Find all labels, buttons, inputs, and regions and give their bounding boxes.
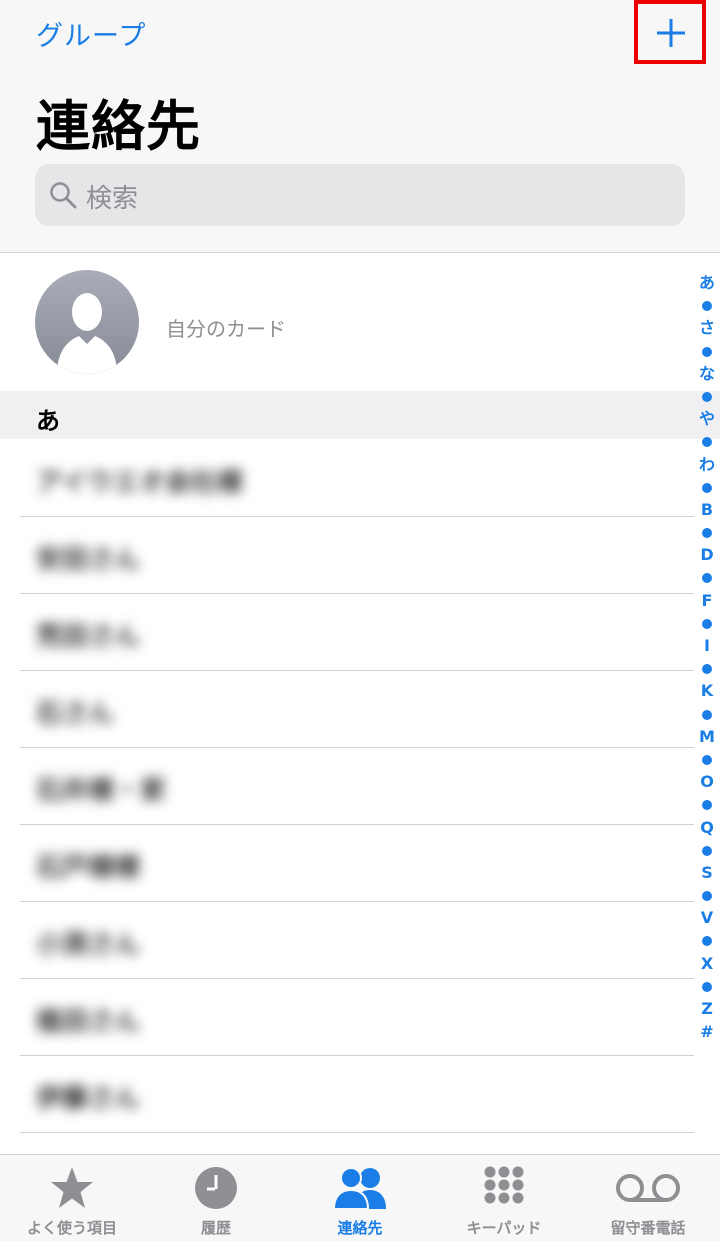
index-letter[interactable]: Z [696, 998, 718, 1021]
index-letter[interactable]: さ [696, 317, 718, 340]
section-header-label: あ [36, 407, 60, 435]
navigation-header: グループ 連絡先 検索 [0, 0, 720, 253]
index-dot[interactable] [696, 567, 718, 590]
contact-name: 石井様・家 [36, 776, 167, 806]
search-placeholder: 検索 [86, 184, 139, 214]
my-card-label: 自分のカード [166, 317, 286, 341]
contacts-icon [332, 1167, 386, 1210]
contact-row[interactable]: 荒田さん [0, 594, 694, 671]
index-letter[interactable]: D [696, 544, 718, 567]
contact-name: 小渕さん [36, 930, 141, 960]
index-dot[interactable] [696, 658, 718, 681]
index-letter[interactable]: V [696, 907, 718, 930]
contact-name: 荒田さん [36, 622, 141, 652]
contact-row[interactable]: 植田さん [0, 979, 694, 1056]
tab-label: 連絡先 [337, 1219, 383, 1237]
index-dot[interactable] [696, 885, 718, 908]
row-divider [20, 1132, 694, 1133]
contact-row[interactable]: 石井様・家 [0, 748, 694, 825]
index-letter[interactable]: や [696, 408, 718, 431]
index-letter[interactable]: な [696, 363, 718, 386]
voicemail-icon [616, 1174, 680, 1202]
search-icon [50, 182, 77, 209]
index-letter[interactable]: あ [696, 272, 718, 295]
contact-name: 石さん [36, 699, 115, 729]
index-dot[interactable] [696, 703, 718, 726]
contact-name: 安田さん [36, 545, 141, 575]
index-letter[interactable]: O [696, 771, 718, 794]
section-header: あ [0, 391, 720, 439]
contact-row[interactable]: 石さん [0, 671, 694, 748]
index-letter[interactable]: K [696, 680, 718, 703]
search-field[interactable]: 検索 [35, 164, 685, 226]
star-icon [51, 1167, 93, 1208]
tab-recents[interactable]: 履歴 [144, 1155, 288, 1241]
contact-name: 植田さん [36, 1007, 141, 1037]
index-letter[interactable]: Q [696, 817, 718, 840]
index-dot[interactable] [696, 295, 718, 318]
tab-label: 留守番電話 [610, 1219, 686, 1237]
tab-label: キーパッド [466, 1219, 542, 1237]
contact-row[interactable]: 安田さん [0, 517, 694, 594]
contact-row[interactable]: 石戸様様 [0, 825, 694, 902]
index-dot[interactable] [696, 975, 718, 998]
index-dot[interactable] [696, 930, 718, 953]
contact-row[interactable]: 伊藤さん [0, 1056, 694, 1133]
index-letter[interactable]: F [696, 590, 718, 613]
my-card-row[interactable]: 自分のカード [0, 253, 720, 391]
tab-contacts[interactable]: 連絡先 [288, 1155, 432, 1241]
contact-list: アイウエオ会社様 安田さん荒田さん石さん石井様・家石戸様様小渕さん植田さん伊藤さん [0, 440, 694, 1133]
index-letter[interactable]: # [696, 1021, 718, 1044]
tab-keypad[interactable]: キーパッド [432, 1155, 576, 1241]
index-dot[interactable] [696, 522, 718, 545]
index-letter[interactable]: M [696, 726, 718, 749]
keypad-icon [484, 1166, 524, 1204]
index-dot[interactable] [696, 385, 718, 408]
index-dot[interactable] [696, 748, 718, 771]
index-dot[interactable] [696, 839, 718, 862]
person-silhouette-icon [35, 270, 139, 374]
plus-icon [657, 19, 685, 47]
index-letter[interactable]: X [696, 953, 718, 976]
page-title: 連絡先 [36, 95, 201, 158]
index-dot[interactable] [696, 794, 718, 817]
index-letter[interactable]: I [696, 635, 718, 658]
index-letter[interactable]: S [696, 862, 718, 885]
contact-row[interactable]: アイウエオ会社様 [0, 440, 694, 517]
index-dot[interactable] [696, 431, 718, 454]
index-letter[interactable]: わ [696, 454, 718, 477]
groups-link[interactable]: グループ [36, 14, 146, 53]
contact-name: アイウエオ会社様 [36, 468, 243, 498]
tab-label: よく使う項目 [26, 1219, 117, 1237]
contact-row[interactable]: 小渕さん [0, 902, 694, 979]
index-dot[interactable] [696, 340, 718, 363]
tab-bar: よく使う項目 履歴 連絡先 キーパッド 留守番電話 [0, 1154, 720, 1241]
clock-icon [195, 1167, 237, 1209]
index-letter[interactable]: B [696, 499, 718, 522]
section-index[interactable]: あさなやわ B D F I K M O Q S V X Z # [696, 272, 718, 1043]
index-dot[interactable] [696, 612, 718, 635]
contact-name: 伊藤さん [36, 1084, 141, 1114]
tab-favorites[interactable]: よく使う項目 [0, 1155, 144, 1241]
tab-label: 履歴 [200, 1219, 231, 1237]
tab-voicemail[interactable]: 留守番電話 [576, 1155, 720, 1241]
add-contact-button[interactable] [634, 0, 706, 64]
index-dot[interactable] [696, 476, 718, 499]
contact-name: 石戸様様 [36, 853, 141, 883]
